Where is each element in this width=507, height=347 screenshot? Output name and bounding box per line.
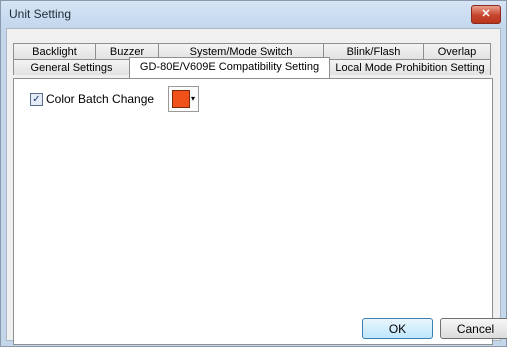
- tab-backlight[interactable]: Backlight: [13, 43, 96, 59]
- tab-local-mode-prohibition-setting[interactable]: Local Mode Prohibition Setting: [329, 59, 491, 75]
- dialog-client-area: Backlight Buzzer System/Mode Switch Blin…: [6, 28, 507, 345]
- tab-general-settings[interactable]: General Settings: [13, 59, 130, 75]
- tab-compatibility-setting[interactable]: GD-80E/V609E Compatibility Setting: [129, 57, 330, 78]
- tab-overlap[interactable]: Overlap: [423, 43, 491, 59]
- checkmark-icon: ✓: [32, 94, 41, 105]
- dropdown-arrow-icon: ▾: [191, 94, 196, 103]
- color-picker-button[interactable]: ▾: [168, 86, 199, 112]
- title-bar[interactable]: Unit Setting ✕: [1, 1, 506, 28]
- color-swatch: [172, 90, 190, 108]
- dialog-title: Unit Setting: [9, 7, 72, 21]
- close-button[interactable]: ✕: [471, 5, 501, 24]
- color-batch-change-label[interactable]: Color Batch Change: [46, 92, 154, 106]
- color-batch-change-checkbox[interactable]: ✓: [30, 93, 43, 106]
- close-icon: ✕: [481, 8, 491, 20]
- cancel-button[interactable]: Cancel: [440, 318, 507, 339]
- tab-blink-flash[interactable]: Blink/Flash: [323, 43, 424, 59]
- compatibility-setting-panel: [13, 78, 493, 345]
- ok-button[interactable]: OK: [362, 318, 433, 339]
